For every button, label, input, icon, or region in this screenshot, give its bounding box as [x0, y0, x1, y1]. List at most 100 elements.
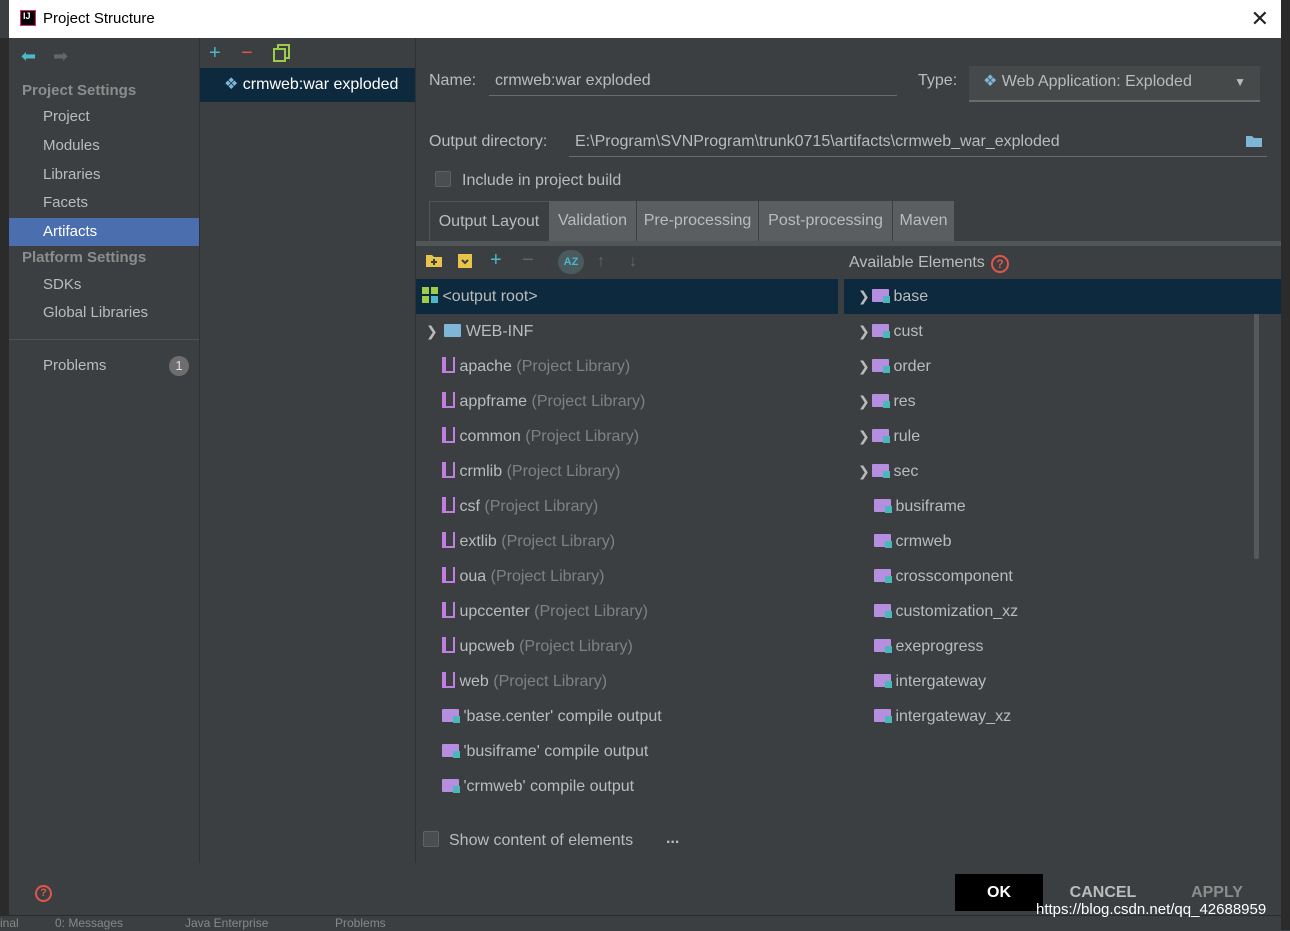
type-dropdown[interactable]: ❖ Web Application: Exploded ▼: [969, 66, 1260, 102]
tree-row-web-inf[interactable]: ❯ WEB-INF: [416, 314, 838, 349]
platform-settings-heading: Platform Settings: [22, 249, 147, 266]
module-icon: [874, 709, 892, 723]
problems-count-badge: 1: [169, 356, 189, 376]
tree-row-library[interactable]: crmlib (Project Library): [442, 454, 620, 489]
available-row[interactable]: ❯ sec: [844, 454, 918, 489]
show-content-options-button[interactable]: ...: [666, 830, 679, 848]
available-row[interactable]: ❯ cust: [844, 314, 923, 349]
tree-scrollbar[interactable]: [1254, 279, 1260, 559]
ide-tab-java-enterprise[interactable]: Java Enterprise: [185, 916, 268, 930]
tree-row-library[interactable]: appframe (Project Library): [442, 384, 645, 419]
sidebar-item-global-libraries[interactable]: Global Libraries: [9, 299, 199, 327]
tab-output-layout[interactable]: Output Layout: [429, 201, 549, 241]
tree-row-library[interactable]: web (Project Library): [442, 664, 607, 699]
new-archive-icon[interactable]: [457, 253, 473, 274]
browse-folder-icon[interactable]: [1245, 130, 1263, 157]
tab-validation[interactable]: Validation: [549, 201, 637, 241]
tree-row-library[interactable]: common (Project Library): [442, 419, 639, 454]
available-row[interactable]: crmweb: [874, 524, 951, 559]
web-app-icon: ❖: [983, 73, 998, 90]
help-icon[interactable]: ?: [35, 885, 52, 902]
chevron-down-icon: ▼: [1234, 75, 1246, 89]
available-row[interactable]: ❯ order: [844, 349, 931, 384]
add-icon[interactable]: +: [209, 42, 221, 65]
scrollbar-thumb[interactable]: [1254, 279, 1259, 559]
module-icon: [874, 639, 892, 653]
available-row[interactable]: exeprogress: [874, 629, 984, 664]
tab-post-processing[interactable]: Post-processing: [759, 201, 893, 241]
module-output-icon: [442, 779, 460, 793]
available-row[interactable]: ❯ res: [844, 384, 916, 419]
include-in-build-label: Include in project build: [462, 172, 622, 189]
sidebar-item-sdks[interactable]: SDKs: [9, 271, 199, 299]
sidebar-item-artifacts[interactable]: Artifacts: [9, 218, 199, 246]
project-settings-heading: Project Settings: [22, 82, 137, 99]
include-in-build-checkbox[interactable]: [435, 171, 451, 187]
module-output-icon: [442, 709, 460, 723]
available-row[interactable]: crosscomponent: [874, 559, 1013, 594]
available-row[interactable]: busiframe: [874, 489, 966, 524]
module-icon: [872, 324, 890, 338]
chevron-right-icon: ❯: [426, 323, 438, 339]
name-field[interactable]: crmweb:war exploded: [489, 68, 897, 96]
module-icon: [874, 604, 892, 618]
show-content-checkbox[interactable]: [423, 831, 439, 847]
output-directory-label: Output directory:: [429, 133, 548, 150]
forward-arrow-icon[interactable]: ➡: [53, 46, 68, 67]
ide-background-left: [0, 38, 9, 930]
tree-row-library[interactable]: apache (Project Library): [442, 349, 630, 384]
artifact-name: crmweb:war exploded: [242, 76, 399, 93]
module-icon: [872, 394, 890, 408]
move-up-icon[interactable]: ↑: [597, 253, 605, 271]
tab-pre-processing[interactable]: Pre-processing: [637, 201, 759, 241]
ide-tab-terminal[interactable]: inal: [0, 916, 19, 930]
tree-row-busiframe-output[interactable]: 'busiframe' compile output: [442, 734, 648, 769]
remove-element-icon[interactable]: −: [522, 249, 534, 272]
available-row[interactable]: intergateway: [874, 664, 986, 699]
remove-icon[interactable]: −: [241, 42, 253, 65]
available-row[interactable]: ❯ base: [844, 279, 1281, 314]
ok-button[interactable]: OK: [955, 874, 1043, 911]
chevron-right-icon: ❯: [858, 428, 870, 444]
window-title: Project Structure: [43, 10, 155, 27]
library-icon: [442, 672, 455, 688]
available-row[interactable]: ❯ rule: [844, 419, 920, 454]
help-icon[interactable]: ?: [991, 255, 1009, 273]
tree-row-library[interactable]: extlib (Project Library): [442, 524, 615, 559]
sidebar-item-facets[interactable]: Facets: [9, 189, 199, 217]
artifact-item-selected[interactable]: ❖ crmweb:war exploded: [200, 68, 415, 102]
tree-row-output-root[interactable]: <output root>: [416, 279, 838, 314]
sidebar-item-project[interactable]: Project: [9, 103, 199, 131]
module-output-icon: [442, 744, 460, 758]
add-copy-icon[interactable]: +: [490, 249, 502, 272]
tree-row-library[interactable]: upccenter (Project Library): [442, 594, 648, 629]
tree-row-crmweb-output[interactable]: 'crmweb' compile output: [442, 769, 634, 804]
back-arrow-icon[interactable]: ⬅: [21, 46, 36, 67]
chevron-right-icon: ❯: [858, 393, 870, 409]
sort-alpha-icon[interactable]: AZ: [558, 250, 584, 274]
chevron-right-icon: ❯: [858, 288, 870, 304]
available-row[interactable]: intergateway_xz: [874, 699, 1011, 734]
ide-tab-problems[interactable]: Problems: [335, 916, 386, 930]
module-icon: [872, 464, 890, 478]
available-row[interactable]: customization_xz: [874, 594, 1018, 629]
watermark-url: https://blog.csdn.net/qq_42688959: [1036, 901, 1267, 918]
copy-icon[interactable]: [273, 44, 291, 68]
output-directory-field[interactable]: E:\Program\SVNProgram\trunk0715\artifact…: [569, 128, 1267, 157]
tree-row-label: <output root>: [442, 288, 538, 305]
tree-row-library[interactable]: csf (Project Library): [442, 489, 598, 524]
module-icon: [874, 569, 892, 583]
tab-maven[interactable]: Maven: [893, 201, 955, 241]
tree-row-library[interactable]: upcweb (Project Library): [442, 629, 633, 664]
tree-row-library[interactable]: oua (Project Library): [442, 559, 604, 594]
close-icon[interactable]: ✕: [1251, 6, 1269, 32]
library-icon: [442, 392, 455, 408]
sidebar-item-modules[interactable]: Modules: [9, 132, 199, 160]
tree-row-base-center-output[interactable]: 'base.center' compile output: [442, 699, 662, 734]
new-folder-icon[interactable]: [425, 253, 443, 273]
move-down-icon[interactable]: ↓: [629, 253, 637, 271]
sidebar-item-libraries[interactable]: Libraries: [9, 161, 199, 189]
module-icon: [874, 534, 892, 548]
ide-tab-messages[interactable]: 0: Messages: [55, 916, 123, 930]
module-icon: [872, 289, 890, 303]
